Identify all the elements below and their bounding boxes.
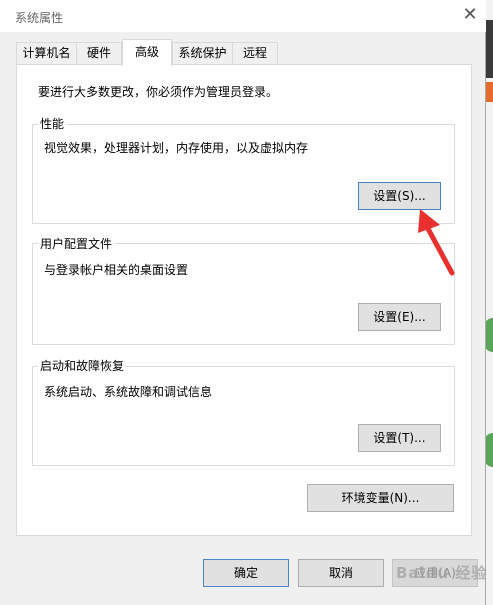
cancel-button[interactable]: 取消: [298, 559, 384, 587]
annotation-arrow-icon: [418, 209, 455, 276]
group-title-user-profile: 用户配置文件: [38, 235, 115, 252]
background-orange-block: [486, 82, 493, 102]
group-title-performance: 性能: [38, 115, 67, 132]
tab-advanced[interactable]: 高级: [122, 39, 172, 66]
startup-recovery-description: 系统启动、系统故障和调试信息: [44, 385, 213, 399]
tab-computer-name[interactable]: 计算机名: [16, 42, 77, 64]
user-profile-settings-button[interactable]: 设置(E)...: [358, 303, 441, 331]
tab-remote[interactable]: 远程: [232, 42, 278, 64]
startup-recovery-settings-button[interactable]: 设置(T)...: [358, 424, 441, 452]
title-bar[interactable]: [0, 0, 486, 32]
close-icon[interactable]: ✕: [460, 4, 480, 26]
environment-variables-button[interactable]: 环境变量(N)...: [307, 484, 454, 512]
admin-note: 要进行大多数更改，你必须作为管理员登录。: [38, 85, 279, 99]
tab-hardware[interactable]: 硬件: [76, 42, 122, 64]
ok-button[interactable]: 确定: [203, 559, 289, 587]
window-title: 系统属性: [15, 11, 64, 25]
performance-description: 视觉效果，处理器计划，内存使用，以及虚拟内存: [44, 141, 309, 155]
user-profile-description: 与登录帐户相关的桌面设置: [44, 263, 189, 277]
baidu-watermark: Baidu 经验: [396, 564, 488, 582]
tab-system-protection[interactable]: 系统保护: [172, 42, 233, 64]
group-title-startup-recovery: 启动和故障恢复: [38, 357, 127, 374]
background-dark-block: [486, 20, 493, 78]
